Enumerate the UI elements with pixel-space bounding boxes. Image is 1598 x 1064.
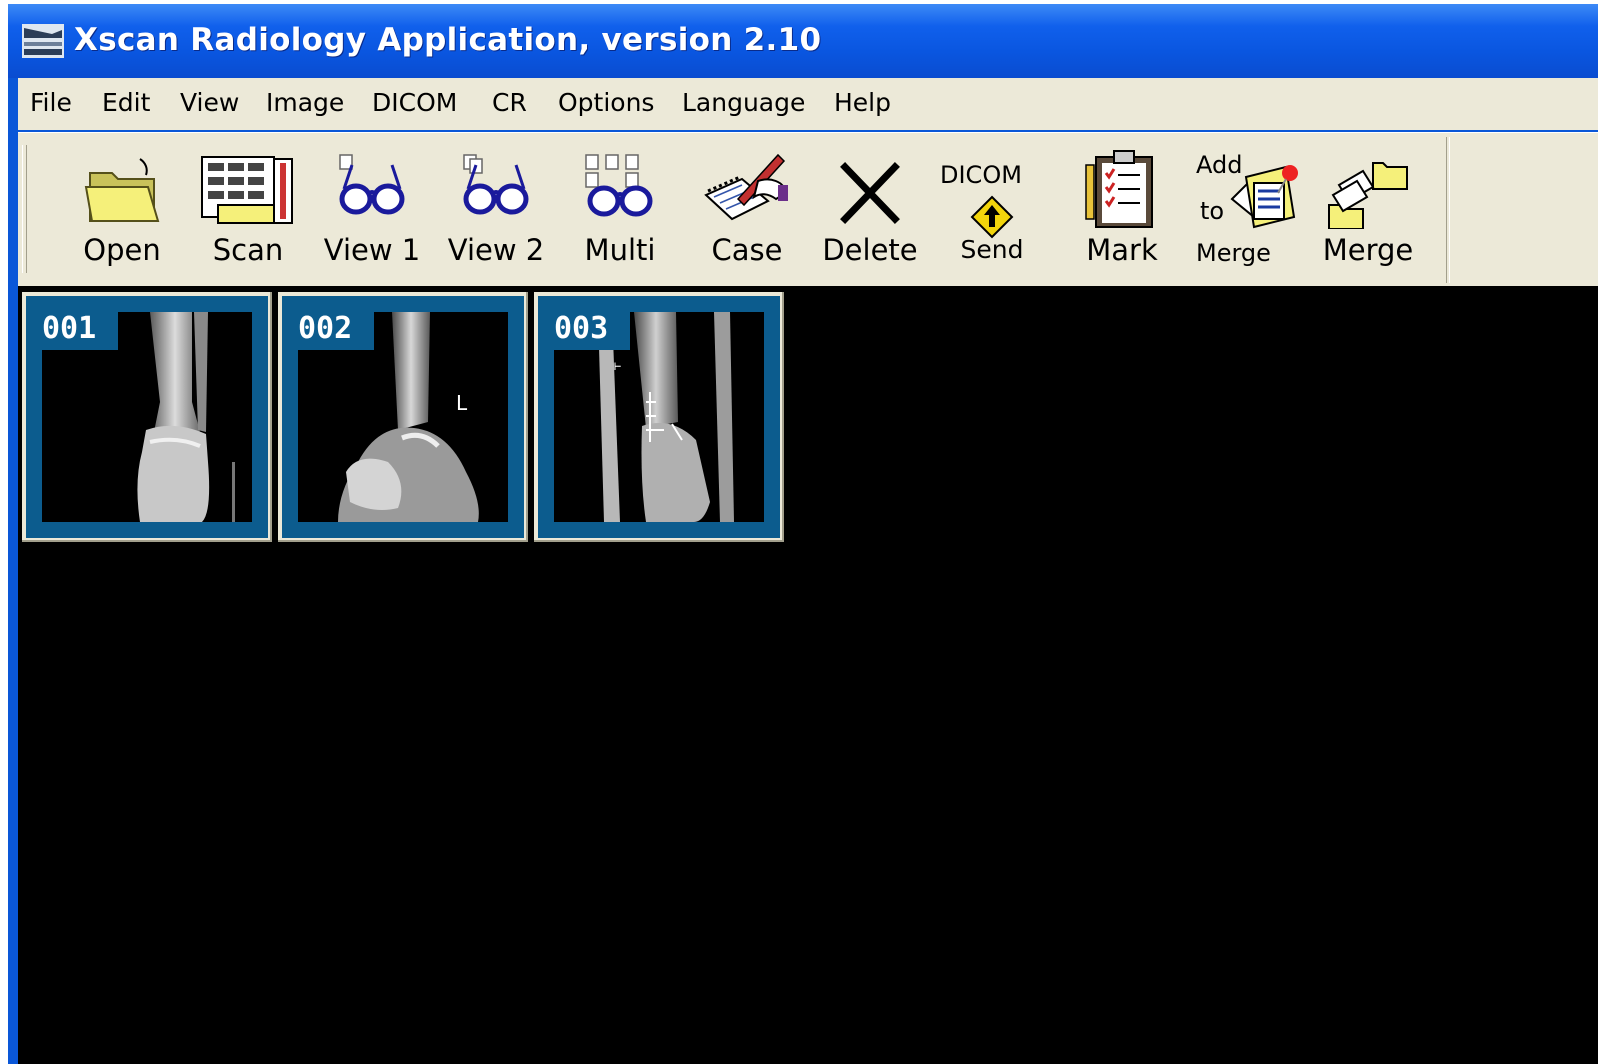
thumbnail-001[interactable]: 001 (22, 292, 272, 542)
app-window: Xscan Radiology Application, version 2.1… (8, 4, 1598, 1064)
add-to-merge-line3: Merge (1196, 239, 1271, 267)
open-button[interactable]: Open (62, 141, 182, 281)
scanner-icon (201, 156, 293, 224)
case-label: Case (711, 233, 783, 267)
scan-button[interactable]: Scan (182, 141, 314, 281)
delete-label: Delete (822, 233, 918, 267)
glasses-icon (339, 154, 405, 215)
menu-language[interactable]: Language (682, 88, 805, 117)
delete-button[interactable]: Delete (808, 141, 932, 281)
menu-bar: File Edit View Image DICOM CR Options La… (18, 78, 1598, 130)
add-to-merge-button[interactable]: Add to Merge (1184, 141, 1308, 281)
title-bar[interactable]: Xscan Radiology Application, version 2.1… (8, 4, 1598, 78)
svg-text:⊢: ⊢ (614, 359, 621, 373)
menu-help[interactable]: Help (834, 88, 891, 117)
app-icon (22, 24, 64, 58)
multi-button[interactable]: Multi (562, 141, 678, 281)
menu-dicom[interactable]: DICOM (372, 88, 457, 117)
thumbnail-frame: 001 (26, 296, 268, 538)
window-title: Xscan Radiology Application, version 2.1… (74, 22, 822, 58)
multi-label: Multi (584, 233, 656, 267)
open-label: Open (83, 233, 161, 267)
thumbnail-number: 001 (36, 308, 118, 350)
view1-label: View 1 (323, 233, 421, 267)
menu-options[interactable]: Options (558, 88, 654, 117)
add-to-merge-line2: to (1200, 197, 1225, 225)
toolbar-grip[interactable] (22, 145, 27, 273)
view1-button[interactable]: View 1 (314, 141, 430, 281)
clipboard-checklist-icon (1085, 150, 1153, 228)
dicom-send-label: Send (960, 235, 1024, 264)
case-button[interactable]: Case (686, 141, 808, 281)
dicom-send-top-label: DICOM (940, 161, 1022, 189)
mark-label: Mark (1086, 233, 1158, 267)
mark-button[interactable]: Mark (1062, 141, 1182, 281)
thumbnail-002[interactable]: 002 L (278, 292, 528, 542)
document-pin-icon (1230, 165, 1298, 229)
thumbnail-number: 002 (292, 308, 374, 350)
menu-file[interactable]: File (30, 88, 72, 117)
thumbnail-003[interactable]: 003 ⊢ (534, 292, 784, 542)
toolbar-separator (1446, 137, 1450, 283)
merge-documents-icon (1328, 162, 1408, 229)
multi-glasses-icon (585, 154, 653, 217)
view2-label: View 2 (447, 233, 545, 267)
x-icon (840, 162, 900, 224)
notepad-pen-icon (704, 153, 788, 221)
menu-image[interactable]: Image (266, 88, 344, 117)
menu-view[interactable]: View (180, 88, 239, 117)
glasses-icon (463, 154, 529, 215)
view2-button[interactable]: View 2 (438, 141, 554, 281)
scan-label: Scan (212, 233, 284, 267)
folder-icon (84, 158, 160, 222)
side-marker: L (456, 391, 468, 415)
toolbar: Open Scan View 1 View 2 Multi Case Delet… (18, 132, 1598, 287)
dicom-send-button[interactable]: DICOM Send (934, 141, 1050, 281)
thumbnail-frame: 003 ⊢ (538, 296, 780, 538)
thumbnail-frame: 002 L (282, 296, 524, 538)
thumbnail-number: 003 (548, 308, 630, 350)
merge-button[interactable]: Merge (1308, 141, 1428, 281)
menu-cr[interactable]: CR (492, 88, 527, 117)
road-sign-icon (970, 195, 1014, 239)
menu-edit[interactable]: Edit (102, 88, 150, 117)
merge-label: Merge (1322, 233, 1414, 267)
image-viewer[interactable]: 001 002 L 003 ⊢ (18, 286, 1598, 1064)
